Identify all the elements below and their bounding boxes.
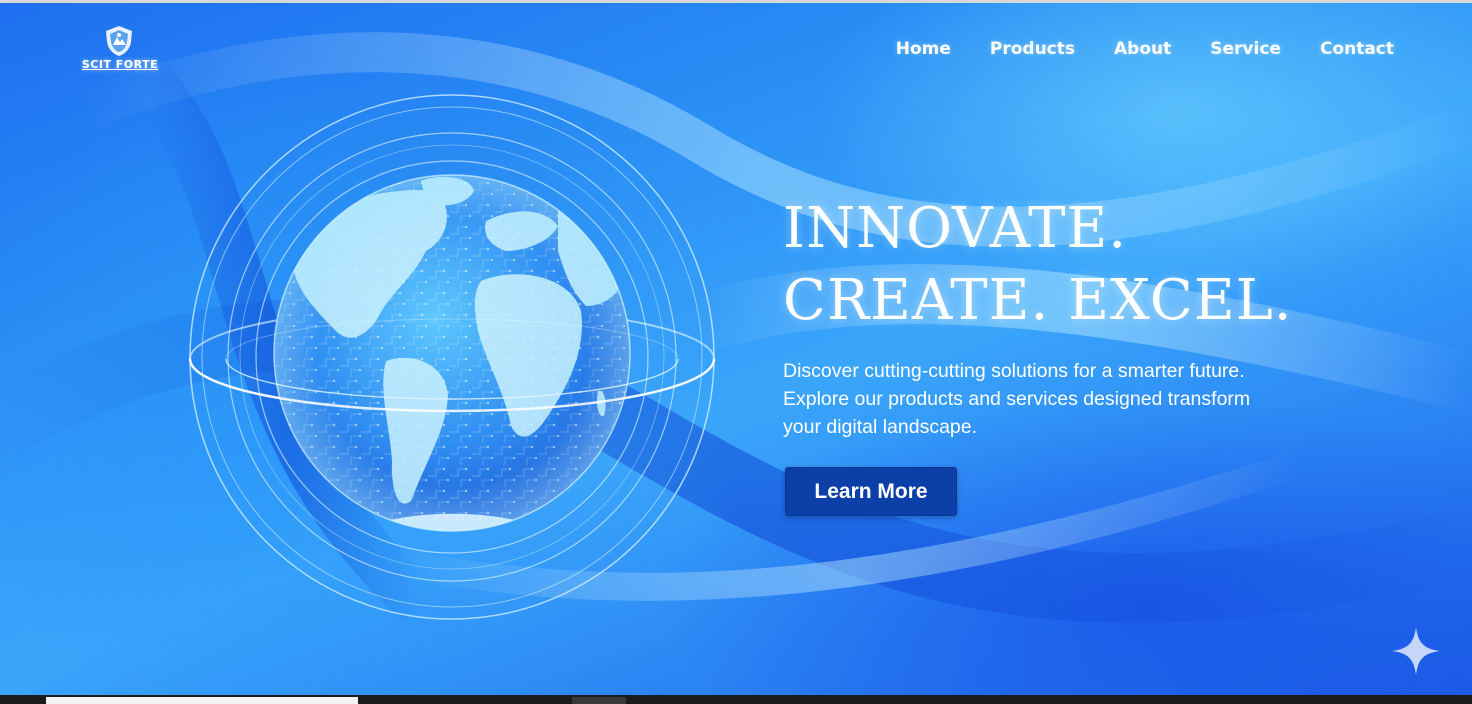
hero-headline-line1: INNOVATE. bbox=[783, 196, 1128, 261]
taskbar bbox=[0, 695, 1472, 704]
hero-subtext: Discover cutting-cutting solutions for a… bbox=[783, 360, 1251, 438]
digital-globe-icon bbox=[188, 94, 716, 620]
page: SCIT FORTE Home Products About Service C… bbox=[0, 0, 1472, 704]
taskbar-window-tab[interactable] bbox=[46, 697, 358, 704]
brand-logo[interactable]: SCIT FORTE bbox=[72, 25, 168, 73]
nav-products[interactable]: Products bbox=[990, 39, 1075, 59]
hero-headline: INNOVATE. CREATE. EXCEL. bbox=[783, 193, 1293, 337]
taskbar-app-tab[interactable] bbox=[572, 697, 626, 704]
nav-home[interactable]: Home bbox=[896, 39, 951, 59]
main-nav: Home Products About Service Contact bbox=[896, 39, 1394, 59]
sparkle-icon bbox=[1392, 627, 1440, 675]
learn-more-button[interactable]: Learn More bbox=[785, 467, 957, 516]
nav-service[interactable]: Service bbox=[1210, 39, 1281, 59]
brand-name: SCIT FORTE bbox=[81, 58, 159, 71]
shield-logo-icon bbox=[106, 26, 132, 56]
nav-contact[interactable]: Contact bbox=[1320, 39, 1394, 59]
hero-headline-line2: CREATE. EXCEL. bbox=[783, 268, 1293, 333]
hero-section: SCIT FORTE Home Products About Service C… bbox=[0, 3, 1472, 695]
nav-about[interactable]: About bbox=[1114, 39, 1171, 59]
